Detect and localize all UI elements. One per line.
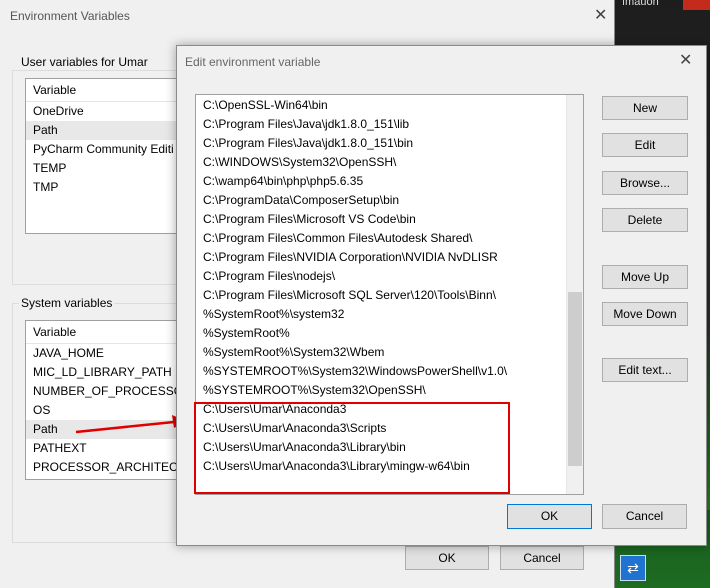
- annotation-highlight-box: [194, 402, 510, 494]
- path-entry[interactable]: C:\Program Files\Microsoft SQL Server\12…: [203, 286, 496, 305]
- close-icon[interactable]: ✕: [679, 50, 692, 70]
- path-entry[interactable]: C:\Program Files\nodejs\: [203, 267, 335, 286]
- scrollbar-thumb[interactable]: [568, 292, 582, 466]
- path-entry[interactable]: C:\Program Files\Java\jdk1.8.0_151\bin: [203, 134, 413, 153]
- list-item[interactable]: TEMP: [26, 159, 184, 178]
- path-entry[interactable]: C:\WINDOWS\System32\OpenSSH\: [203, 153, 396, 172]
- cancel-button[interactable]: Cancel: [500, 546, 584, 570]
- delete-button[interactable]: Delete: [602, 208, 688, 232]
- desktop-text-fragment: ımauon: [622, 0, 659, 8]
- move-down-button[interactable]: Move Down: [602, 302, 688, 326]
- path-entry[interactable]: C:\wamp64\bin\php\php5.6.35: [203, 172, 363, 191]
- list-item[interactable]: NUMBER_OF_PROCESSORS: [26, 382, 184, 401]
- new-button[interactable]: New: [602, 96, 688, 120]
- annotation-arrow: [75, 415, 186, 434]
- window-title: Environment Variables: [10, 9, 130, 23]
- teamviewer-icon[interactable]: ⇄: [620, 555, 646, 581]
- system-variables-label: System variables: [19, 296, 115, 310]
- background-app-close-button[interactable]: [683, 0, 710, 10]
- path-entry[interactable]: C:\OpenSSL-Win64\bin: [203, 96, 328, 115]
- path-entry[interactable]: %SystemRoot%\System32\Wbem: [203, 343, 384, 362]
- list-item[interactable]: PATHEXT: [26, 439, 184, 458]
- path-entry[interactable]: C:\Program Files\Common Files\Autodesk S…: [203, 229, 472, 248]
- dialog-title: Edit environment variable: [185, 55, 321, 69]
- move-up-button[interactable]: Move Up: [602, 265, 688, 289]
- list-item[interactable]: PROCESSOR_ARCHITECTUR: [26, 458, 184, 477]
- scrollbar[interactable]: [566, 95, 583, 494]
- list-item[interactable]: PyCharm Community Editi: [26, 140, 184, 159]
- list-item[interactable]: OneDrive: [26, 102, 184, 121]
- variable-column-header[interactable]: Variable: [26, 79, 184, 102]
- system-variables-list[interactable]: Variable JAVA_HOME MIC_LD_LIBRARY_PATH NUM…: [25, 320, 185, 480]
- dialog-cancel-button[interactable]: Cancel: [602, 504, 687, 529]
- list-item[interactable]: JAVA_HOME: [26, 344, 184, 363]
- edit-button[interactable]: Edit: [602, 133, 688, 157]
- path-entry[interactable]: %SYSTEMROOT%\System32\OpenSSH\: [203, 381, 426, 400]
- user-variables-list[interactable]: Variable OneDrive Path PyCharm Community E…: [25, 78, 185, 234]
- list-item[interactable]: Path: [26, 121, 184, 140]
- browse-button[interactable]: Browse...: [602, 171, 688, 195]
- user-variables-label: User variables for Umar: [19, 55, 150, 69]
- variable-column-header[interactable]: Variable: [26, 321, 184, 344]
- edit-text-button[interactable]: Edit text...: [602, 358, 688, 382]
- list-item[interactable]: TMP: [26, 178, 184, 197]
- path-entry[interactable]: %SystemRoot%\system32: [203, 305, 344, 324]
- path-entry[interactable]: C:\Program Files\Microsoft VS Code\bin: [203, 210, 416, 229]
- close-icon[interactable]: ✕: [594, 5, 607, 25]
- dialog-ok-button[interactable]: OK: [507, 504, 592, 529]
- path-entry[interactable]: C:\Program Files\NVIDIA Corporation\NVID…: [203, 248, 498, 267]
- path-entry[interactable]: C:\Program Files\Java\jdk1.8.0_151\lib: [203, 115, 409, 134]
- path-entry[interactable]: %SystemRoot%: [203, 324, 290, 343]
- arrow-shaft: [75, 420, 175, 434]
- path-entry[interactable]: C:\ProgramData\ComposerSetup\bin: [203, 191, 399, 210]
- list-item[interactable]: MIC_LD_LIBRARY_PATH: [26, 363, 184, 382]
- ok-button[interactable]: OK: [405, 546, 489, 570]
- path-entry[interactable]: %SYSTEMROOT%\System32\WindowsPowerShell\…: [203, 362, 507, 381]
